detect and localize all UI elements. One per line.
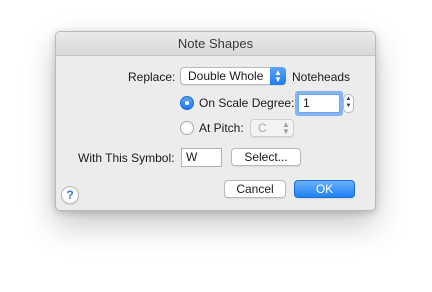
replace-label: Replace: (128, 70, 176, 84)
symbol-label: With This Symbol: (78, 151, 175, 165)
ok-button[interactable]: OK (294, 180, 355, 198)
symbol-field[interactable]: W (181, 148, 222, 167)
scale-degree-stepper[interactable]: ▲ ▼ (343, 94, 354, 113)
noteheads-label: Noteheads (292, 70, 351, 84)
at-pitch-label: At Pitch: (199, 121, 244, 135)
pitch-popup[interactable]: C ▲ ▼ (250, 119, 294, 137)
scale-degree-label: On Scale Degree: (199, 96, 295, 110)
cancel-button[interactable]: Cancel (224, 180, 286, 198)
dialog-title: Note Shapes (56, 32, 375, 56)
scale-degree-field[interactable]: 1 (298, 94, 340, 113)
help-button[interactable]: ? (61, 186, 79, 204)
note-shapes-dialog: Note Shapes Replace: Double Whole ▲ ▼ Not… (55, 31, 376, 211)
notehead-type-popup[interactable]: Double Whole ▲ ▼ (180, 67, 286, 85)
at-pitch-radio[interactable] (180, 121, 194, 135)
notehead-type-value: Double Whole (188, 69, 264, 83)
pitch-value: C (258, 121, 267, 135)
pitch-popup-arrows-icon: ▲ ▼ (282, 120, 290, 136)
scale-degree-radio[interactable] (180, 96, 194, 110)
select-symbol-button[interactable]: Select... (231, 148, 301, 166)
popup-arrows-icon: ▲ ▼ (270, 67, 286, 85)
